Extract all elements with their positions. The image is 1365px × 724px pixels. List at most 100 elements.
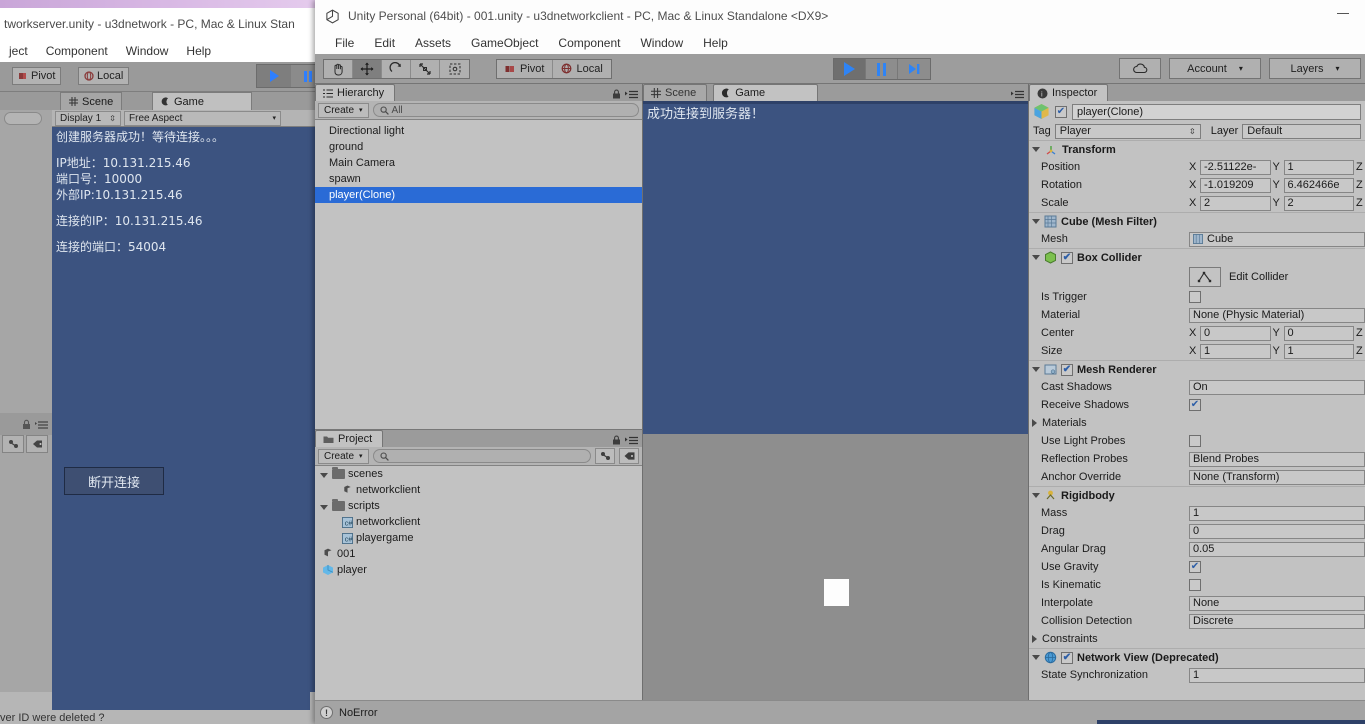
vector3-field[interactable]: X -1.019209 Y 6.462466e Z: [1189, 177, 1365, 193]
chevron-down-icon[interactable]: [1032, 219, 1040, 224]
lock-icon[interactable]: [612, 435, 621, 445]
menu-edit[interactable]: Edit: [364, 36, 405, 50]
cast-shadows-dropdown[interactable]: On: [1189, 379, 1365, 395]
collision-detection-dropdown[interactable]: Discrete: [1189, 613, 1365, 629]
hierarchy-item-main-camera[interactable]: Main Camera: [315, 155, 642, 171]
move-tool-button[interactable]: [353, 59, 382, 78]
bg-lock-row[interactable]: [0, 413, 52, 435]
bg-menu-item-3[interactable]: Help: [177, 44, 220, 58]
is-kinematic-checkbox[interactable]: [1189, 579, 1201, 591]
rect-tool-button[interactable]: [440, 60, 469, 78]
play-controls-group[interactable]: [833, 58, 931, 80]
bg-search-pill[interactable]: [4, 112, 42, 125]
cloud-button[interactable]: [1119, 58, 1161, 79]
chevron-down-icon[interactable]: [1032, 147, 1040, 152]
hierarchy-item-ground[interactable]: ground: [315, 139, 642, 155]
edit-collider-row[interactable]: Edit Collider: [1029, 266, 1365, 288]
center-x-input[interactable]: 0: [1200, 325, 1271, 341]
collider-size-row[interactable]: Size X 1 Y 1 Z: [1029, 342, 1365, 360]
account-dropdown[interactable]: Account ▾: [1169, 58, 1261, 79]
menu-component[interactable]: Component: [548, 36, 630, 50]
step-button[interactable]: [898, 59, 930, 79]
bg-game-view[interactable]: 创建服务器成功！等待连接。。。 IP地址：10.131.215.46 端口号：1…: [52, 127, 332, 692]
hierarchy-item-player-clone[interactable]: player(Clone): [315, 187, 642, 203]
main-menu-bar[interactable]: File Edit Assets GameObject Component Wi…: [315, 32, 1365, 54]
tab-inspector[interactable]: i Inspector: [1029, 84, 1109, 101]
size-x-input[interactable]: 1: [1200, 343, 1271, 359]
chevron-down-icon[interactable]: [1032, 655, 1040, 660]
component-header-network-view[interactable]: Network View (Deprecated): [1029, 648, 1365, 666]
vector3-field[interactable]: X 0 Y 0 Z: [1189, 325, 1365, 341]
vector3-field[interactable]: X 2 Y 2 Z: [1189, 195, 1365, 211]
project-item-scenes-networkclient[interactable]: networkclient: [315, 482, 642, 498]
lock-icon[interactable]: [612, 89, 621, 99]
rotation-x-input[interactable]: -1.019209: [1200, 177, 1271, 193]
bg-menu-bar[interactable]: ject Component Window Help: [0, 40, 332, 62]
mesh-row[interactable]: Mesh Cube: [1029, 230, 1365, 248]
hierarchy-item-spawn[interactable]: spawn: [315, 171, 642, 187]
bg-tab-scene[interactable]: Scene: [60, 92, 123, 110]
project-create-button[interactable]: Create ▾: [318, 448, 369, 464]
drag-row[interactable]: Drag 0: [1029, 522, 1365, 540]
chevron-down-icon[interactable]: [320, 472, 328, 478]
is-trigger-checkbox[interactable]: [1189, 291, 1201, 303]
box-collider-enabled-checkbox[interactable]: [1061, 251, 1073, 264]
bg-title-bar[interactable]: tworkserver.unity - u3dnetwork - PC, Mac…: [0, 8, 332, 40]
constraints-foldout-row[interactable]: Constraints: [1029, 630, 1365, 648]
menu-gameobject[interactable]: GameObject: [461, 36, 548, 50]
receive-shadows-row[interactable]: Receive Shadows: [1029, 396, 1365, 414]
transform-scale-row[interactable]: Scale X 2 Y 2 Z: [1029, 194, 1365, 212]
mesh-renderer-enabled-checkbox[interactable]: [1061, 363, 1073, 376]
pivot-local-group[interactable]: Pivot Local: [496, 58, 612, 79]
materials-foldout-row[interactable]: Materials: [1029, 414, 1365, 432]
bg-menu-item-2[interactable]: Window: [117, 44, 178, 58]
hierarchy-list[interactable]: Directional light ground Main Camera spa…: [315, 120, 642, 203]
bg-filter-by-label-button[interactable]: [26, 435, 48, 453]
gameobject-name-field[interactable]: player(Clone): [1072, 103, 1361, 120]
bg-pivot-toggle[interactable]: Pivot: [12, 67, 62, 85]
component-header-mesh-renderer[interactable]: Mesh Renderer: [1029, 360, 1365, 378]
material-row[interactable]: Material None (Physic Material): [1029, 306, 1365, 324]
center-y-input[interactable]: 0: [1283, 325, 1354, 341]
tag-dropdown[interactable]: Player ⇳: [1054, 123, 1201, 139]
game-view[interactable]: 成功连接到服务器！: [643, 101, 1028, 700]
chevron-right-icon[interactable]: [1032, 635, 1037, 643]
edit-collider-button[interactable]: [1189, 267, 1221, 287]
use-light-probes-checkbox[interactable]: [1189, 435, 1201, 447]
rotate-tool-button[interactable]: [382, 59, 411, 78]
minimize-button[interactable]: [1337, 13, 1349, 14]
bg-menu-item-0[interactable]: ject: [0, 44, 37, 58]
use-gravity-row[interactable]: Use Gravity: [1029, 558, 1365, 576]
hierarchy-search-input[interactable]: All: [372, 103, 639, 117]
bg-play-button[interactable]: [257, 65, 291, 87]
position-y-input[interactable]: 1: [1283, 159, 1354, 175]
project-item-player-prefab[interactable]: player: [315, 562, 642, 578]
mesh-object-field[interactable]: Cube: [1189, 231, 1365, 247]
scale-y-input[interactable]: 2: [1283, 195, 1354, 211]
panel-menu-icon[interactable]: [625, 436, 639, 445]
tab-scene[interactable]: Scene: [643, 84, 708, 101]
local-toggle-button[interactable]: Local: [553, 59, 611, 78]
mass-input[interactable]: 1: [1189, 505, 1365, 521]
hand-tool-button[interactable]: [324, 59, 353, 78]
panel-menu-icon[interactable]: [1011, 90, 1025, 99]
cast-shadows-row[interactable]: Cast Shadows On: [1029, 378, 1365, 396]
main-unity-window[interactable]: Unity Personal (64bit) - 001.unity - u3d…: [315, 0, 1365, 724]
disconnect-button[interactable]: 断开连接: [64, 467, 164, 495]
reflection-probes-row[interactable]: Reflection Probes Blend Probes: [1029, 450, 1365, 468]
component-header-mesh-filter[interactable]: Cube (Mesh Filter): [1029, 212, 1365, 230]
bg-display-dropdown[interactable]: Display 1 ⇳: [55, 110, 121, 126]
menu-file[interactable]: File: [325, 36, 364, 50]
rotation-y-input[interactable]: 6.462466e: [1283, 177, 1354, 193]
project-item-scripts[interactable]: scripts: [315, 498, 642, 514]
chevron-down-icon[interactable]: [320, 504, 328, 510]
state-synchronization-input[interactable]: 1: [1189, 667, 1365, 683]
chevron-right-icon[interactable]: [1032, 419, 1037, 427]
bg-filter-by-type-button[interactable]: [2, 435, 24, 453]
bg-menu-item-1[interactable]: Component: [37, 44, 117, 58]
lock-icon[interactable]: [22, 419, 31, 430]
hierarchy-item-directional-light[interactable]: Directional light: [315, 123, 642, 139]
transform-tools-group[interactable]: [323, 58, 470, 79]
menu-window[interactable]: Window: [630, 36, 693, 50]
anchor-override-field[interactable]: None (Transform): [1189, 469, 1365, 485]
